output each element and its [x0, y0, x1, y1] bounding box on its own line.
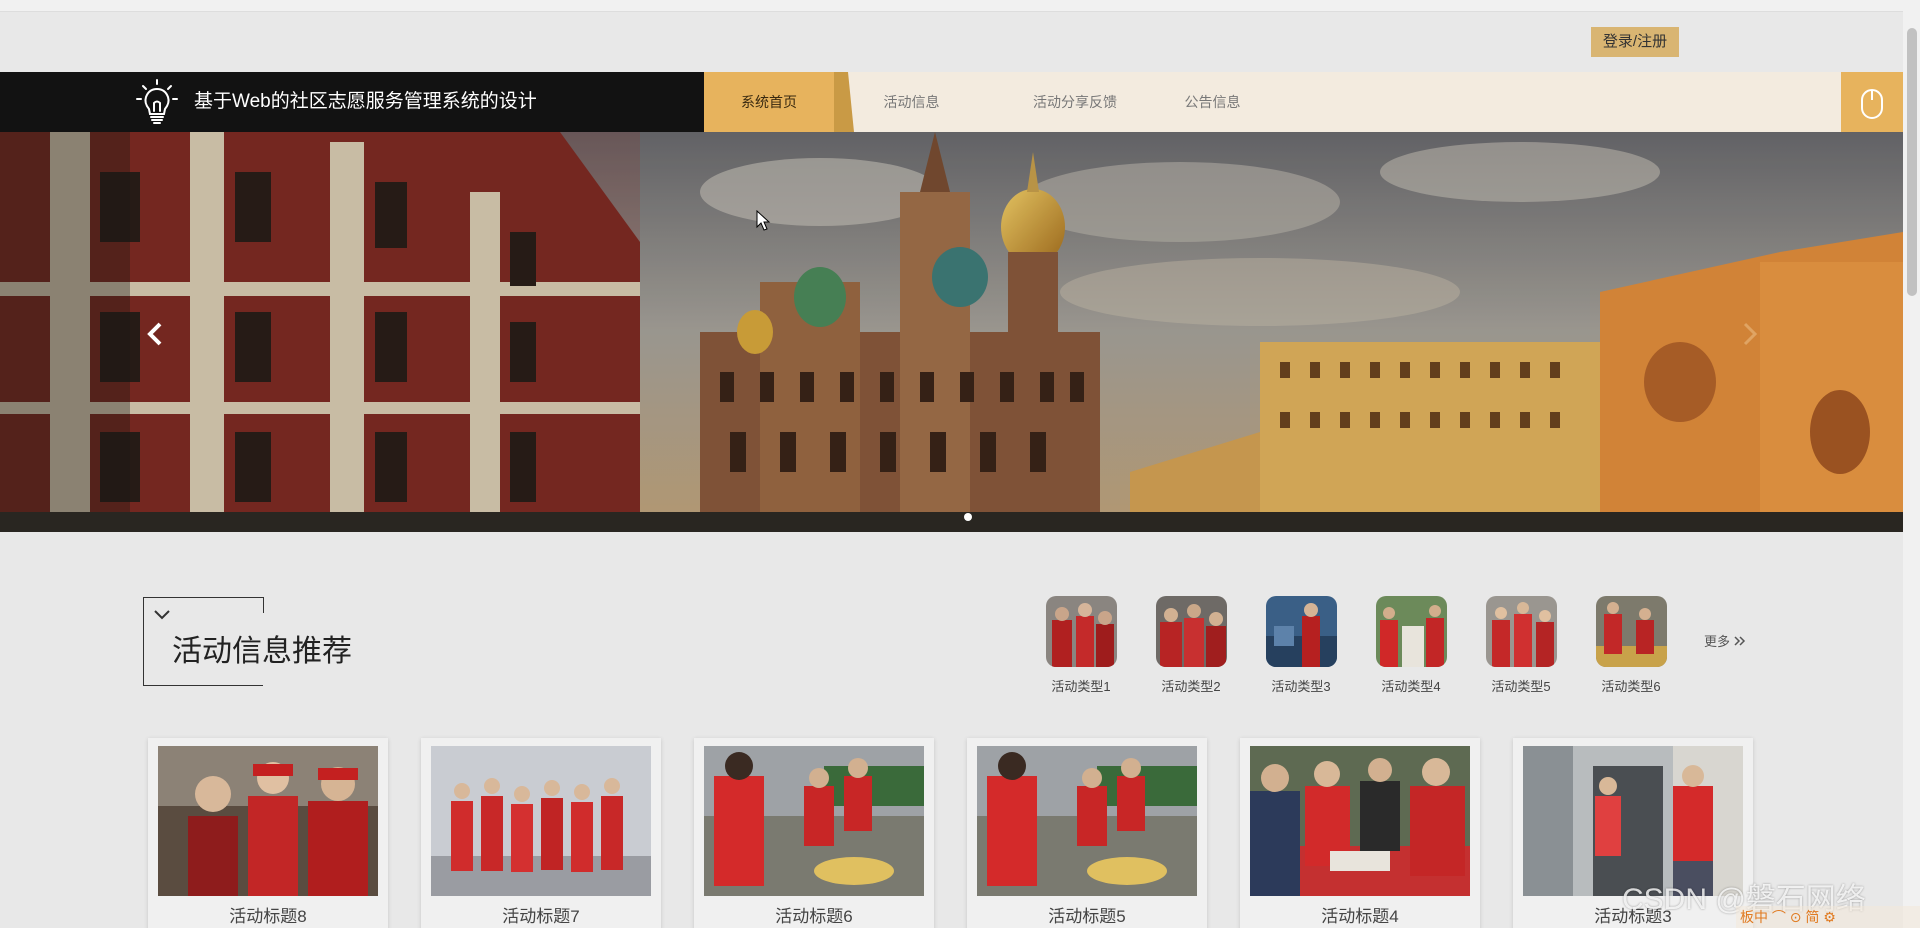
category-thumbnail [1265, 596, 1337, 667]
activity-title: 活动标题5 [1048, 907, 1126, 926]
activity-photo [431, 746, 651, 896]
category-thumbnail [1045, 596, 1117, 667]
ime-toolbar[interactable]: 板中 ⌒ ⊙ 简 ⚙ [1736, 904, 1920, 928]
category-label: 活动类型5 [1491, 679, 1551, 694]
more-label: 更多 [1704, 634, 1731, 649]
navbar: 基于Web的社区志愿服务管理系统的设计 系统首页 活动信息 活动分享反馈 公告信… [0, 72, 1903, 132]
activity-card[interactable]: 活动标题6 [694, 738, 934, 928]
category-item[interactable]: 活动类型3 [1261, 596, 1341, 695]
more-link[interactable]: 更多 [1704, 631, 1746, 650]
banner-image [0, 132, 1903, 532]
page: 登录/注册 基于Web的社区志愿服务管理系统的设计 系统首页 活动信息 活动分享… [0, 0, 1903, 928]
browser-top-edge [0, 0, 1903, 12]
chevron-down-icon [154, 610, 170, 620]
double-chevron-right-icon [1734, 636, 1745, 646]
nav-item-activity-share-feedback[interactable]: 活动分享反馈 [1010, 72, 1140, 132]
scrollbar-thumb[interactable] [1907, 28, 1917, 296]
brand-bar: 基于Web的社区志愿服务管理系统的设计 [0, 72, 704, 132]
nav-item-announcements[interactable]: 公告信息 [1160, 72, 1265, 132]
activity-title: 活动标题8 [229, 907, 307, 926]
activity-title: 活动标题4 [1321, 907, 1399, 926]
category-label: 活动类型2 [1161, 679, 1221, 694]
login-register-button[interactable]: 登录/注册 [1591, 27, 1679, 57]
lightbulb-icon [136, 79, 178, 124]
category-label: 活动类型6 [1601, 679, 1661, 694]
carousel-dot[interactable] [964, 513, 972, 521]
nav-item-activity-info[interactable]: 活动信息 [854, 72, 969, 132]
activity-photo [1250, 746, 1470, 896]
category-thumbnail [1375, 596, 1447, 667]
category-item[interactable]: 活动类型1 [1041, 596, 1121, 695]
activity-photo [704, 746, 924, 896]
activity-card[interactable]: 活动标题7 [421, 738, 661, 928]
activity-title: 活动标题7 [502, 907, 580, 926]
activity-card[interactable]: 活动标题5 [967, 738, 1207, 928]
activity-card[interactable]: 活动标题8 [148, 738, 388, 928]
ime-label: 板中 ⌒ ⊙ 简 ⚙ [1740, 909, 1836, 925]
activity-card[interactable]: 活动标题4 [1240, 738, 1480, 928]
activity-photo [158, 746, 378, 896]
category-thumbnail [1595, 596, 1667, 667]
nav-active-wedge [834, 72, 854, 132]
category-thumbnail [1155, 596, 1227, 667]
category-item[interactable]: 活动类型4 [1371, 596, 1451, 695]
hero-banner [0, 132, 1903, 532]
nav-item-home[interactable]: 系统首页 [704, 72, 834, 132]
category-item[interactable]: 活动类型5 [1481, 596, 1561, 695]
mouse-cursor-icon [756, 210, 771, 231]
category-label: 活动类型3 [1271, 679, 1331, 694]
category-item[interactable]: 活动类型2 [1151, 596, 1231, 695]
category-thumbnail [1485, 596, 1557, 667]
chevron-right-icon[interactable] [1735, 312, 1765, 356]
site-title: 基于Web的社区志愿服务管理系统的设计 [194, 91, 537, 112]
activity-photo [977, 746, 1197, 896]
section-title: 活动信息推荐 [172, 635, 352, 668]
category-item[interactable]: 活动类型6 [1591, 596, 1671, 695]
category-label: 活动类型4 [1381, 679, 1441, 694]
chevron-left-icon[interactable] [140, 312, 170, 356]
activity-title: 活动标题6 [775, 907, 853, 926]
mouse-icon [1861, 89, 1883, 119]
user-button[interactable] [1841, 72, 1903, 132]
category-label: 活动类型1 [1051, 679, 1111, 694]
